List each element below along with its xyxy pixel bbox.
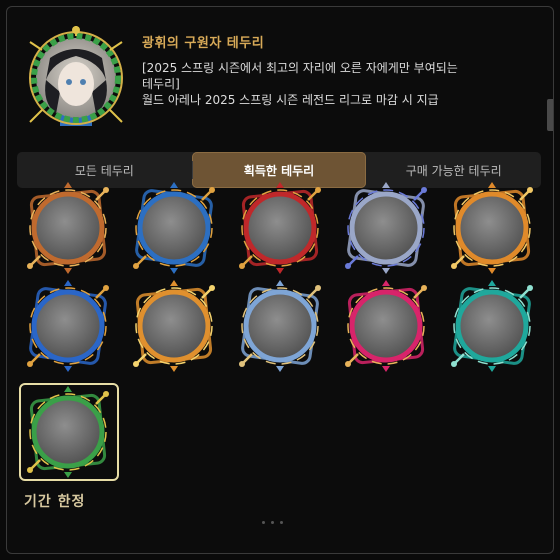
golden-ring-frame-icon [133, 280, 215, 372]
frame-description: [2025 스프링 시즌에서 최고의 자리에 오른 자에게만 부여되는 테두리]… [142, 61, 458, 107]
crimson-frame-icon [345, 280, 427, 372]
page-dot [262, 521, 265, 524]
page-dot [271, 521, 274, 524]
limited-time-label: 기간 한정 [24, 494, 86, 510]
scroll-handle[interactable] [547, 99, 553, 131]
frame-item[interactable] [232, 180, 328, 276]
page-dot [280, 521, 283, 524]
frame-item[interactable] [338, 278, 434, 374]
teal-frame-icon [451, 280, 533, 372]
bronze-frame-icon [27, 182, 109, 274]
frame-item[interactable] [20, 278, 116, 374]
blue-chain-frame-icon [27, 280, 109, 372]
frame-item[interactable] [444, 278, 540, 374]
selected-frame-preview [20, 22, 132, 134]
frame-item[interactable] [126, 278, 222, 374]
silver-frame-icon [345, 182, 427, 274]
frame-item[interactable] [20, 180, 116, 276]
gold-frame-icon [451, 182, 533, 274]
page-indicator [262, 521, 283, 524]
portrait-frame-icon [29, 26, 123, 126]
frame-title: 광휘의 구원자 테두리 [142, 36, 265, 51]
sapphire-frame-icon [133, 182, 215, 274]
frame-item[interactable] [338, 180, 434, 276]
frame-item[interactable] [444, 180, 540, 276]
selected-frame-highlight [19, 383, 119, 481]
frame-item[interactable] [126, 180, 222, 276]
ruby-frame-icon [239, 182, 321, 274]
steel-blue-frame-icon [239, 280, 321, 372]
frame-item[interactable] [232, 278, 328, 374]
